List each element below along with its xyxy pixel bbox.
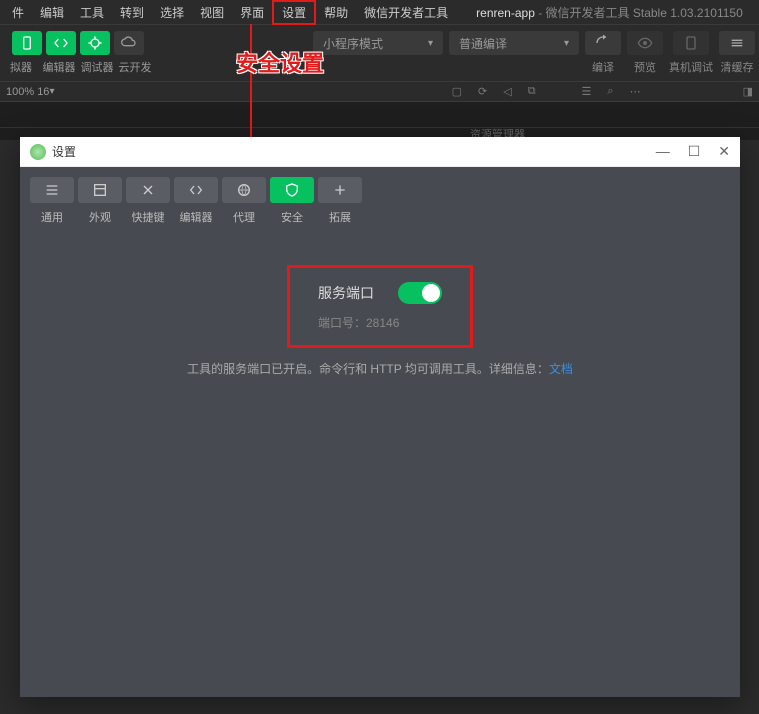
editor-button[interactable] xyxy=(46,31,76,55)
tab-shortcuts[interactable]: 快捷键 xyxy=(126,177,170,225)
copy-icon[interactable]: ⧉ xyxy=(528,85,536,98)
maximize-button[interactable]: ☐ xyxy=(688,143,701,160)
minimize-button[interactable]: — xyxy=(656,143,670,160)
settings-dialog: 设置 — ☐ ✕ 通用 外观 快捷键 编辑器 xyxy=(20,137,740,697)
tab-editor[interactable]: 编辑器 xyxy=(174,177,218,225)
tab-extensions[interactable]: 拓展 xyxy=(318,177,362,225)
clear-cache-label: 清缓存 xyxy=(721,59,754,75)
list-icon[interactable]: ☰ xyxy=(582,85,592,98)
port-description: 工具的服务端口已开启。命令行和 HTTP 均可调用工具。详细信息：文档 xyxy=(187,360,573,377)
cloud-dev-button[interactable] xyxy=(114,31,144,55)
port-number: 端口号：28146 xyxy=(318,314,442,331)
editor-label: 编辑器 xyxy=(42,59,76,75)
mode-dropdown[interactable]: 小程序模式▾ xyxy=(313,31,443,55)
remote-debug-label: 真机调试 xyxy=(669,59,713,75)
settings-tabs: 通用 外观 快捷键 编辑器 代理 安全 xyxy=(20,167,740,225)
chevron-down-icon: ▾ xyxy=(49,86,54,97)
appearance-icon xyxy=(78,177,122,203)
tab-proxy[interactable]: 代理 xyxy=(222,177,266,225)
chevron-down-icon: ▾ xyxy=(428,38,433,49)
debugger-label: 调试器 xyxy=(80,59,114,75)
extensions-icon xyxy=(318,177,362,203)
chevron-down-icon: ▾ xyxy=(564,38,569,49)
clear-cache-button[interactable] xyxy=(719,31,755,55)
tab-appearance[interactable]: 外观 xyxy=(78,177,122,225)
menu-help[interactable]: 帮助 xyxy=(316,2,356,23)
window-title: renren-app - 微信开发者工具 Stable 1.03.2101150 xyxy=(476,4,743,21)
menubar: 件 编辑 工具 转到 选择 视图 界面 设置 帮助 微信开发者工具 renren… xyxy=(0,0,759,24)
remote-debug-button[interactable] xyxy=(673,31,709,55)
menu-goto[interactable]: 转到 xyxy=(112,2,152,23)
tab-security[interactable]: 安全 xyxy=(270,177,314,225)
menu-interface[interactable]: 界面 xyxy=(232,2,272,23)
menu-settings[interactable]: 设置 xyxy=(272,0,316,25)
panel-toggle-icon[interactable]: ◨ xyxy=(743,85,753,98)
statusbar: 100% 16 ▾ ▢ ⟳ ◁ ⧉ ☰ ⌕ ⋯ ◨ xyxy=(0,82,759,102)
proxy-icon xyxy=(222,177,266,203)
compile-button[interactable] xyxy=(585,31,621,55)
compile-dropdown[interactable]: 普通编译▾ xyxy=(449,31,579,55)
editor-icon xyxy=(174,177,218,203)
compile-label: 编译 xyxy=(592,59,614,75)
shield-icon xyxy=(270,177,314,203)
zoom-level[interactable]: 100% 16 xyxy=(6,86,49,98)
simulator-button[interactable] xyxy=(12,31,42,55)
menu-tools[interactable]: 工具 xyxy=(72,2,112,23)
menu-file[interactable]: 件 xyxy=(4,2,32,23)
general-icon xyxy=(30,177,74,203)
service-port-label: 服务端口 xyxy=(318,283,374,303)
preview-label: 预览 xyxy=(634,59,656,75)
rotate-icon[interactable]: ⟳ xyxy=(478,85,487,98)
menu-view[interactable]: 视图 xyxy=(192,2,232,23)
shortcuts-icon xyxy=(126,177,170,203)
simulator-label: 拟器 xyxy=(4,59,38,75)
debugger-button[interactable] xyxy=(80,31,110,55)
menu-edit[interactable]: 编辑 xyxy=(32,2,72,23)
app-icon xyxy=(30,144,46,160)
cloud-dev-label: 云开发 xyxy=(118,59,152,75)
preview-button[interactable] xyxy=(627,31,663,55)
toolbar: 拟器 编辑器 调试器 云开发 小程序模式▾ 普通编译▾ 编译 预览 真机调试 清… xyxy=(0,24,759,82)
device-icon[interactable]: ▢ xyxy=(452,85,462,98)
panel-row xyxy=(0,102,759,128)
service-port-toggle[interactable] xyxy=(398,282,442,304)
docs-link[interactable]: 文档 xyxy=(549,362,573,376)
dialog-titlebar: 设置 — ☐ ✕ xyxy=(20,137,740,167)
menu-select[interactable]: 选择 xyxy=(152,2,192,23)
search-icon[interactable]: ⌕ xyxy=(607,85,613,98)
tab-general[interactable]: 通用 xyxy=(30,177,74,225)
service-port-section: 服务端口 端口号：28146 xyxy=(287,265,473,348)
more-icon[interactable]: ⋯ xyxy=(630,85,641,98)
mute-icon[interactable]: ◁ xyxy=(503,85,511,98)
close-button[interactable]: ✕ xyxy=(718,143,730,160)
dialog-title: 设置 xyxy=(52,143,76,160)
menu-wechat-devtools[interactable]: 微信开发者工具 xyxy=(356,2,456,23)
